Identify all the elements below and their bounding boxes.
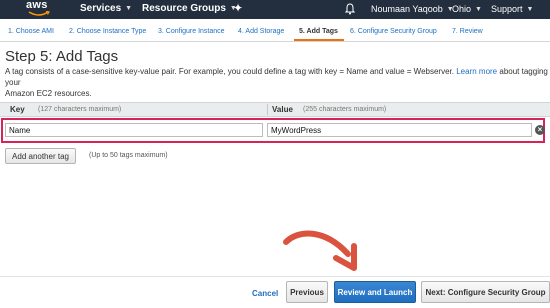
- wizard-tabs: 1. Choose AMI 2. Choose Instance Type 3.…: [0, 24, 550, 42]
- logo-text: aws: [26, 0, 48, 11]
- page-description: A tag consists of a case-sensitive key-v…: [5, 66, 550, 99]
- user-name: Noumaan Yaqoob: [371, 4, 443, 14]
- bell-icon[interactable]: [345, 3, 355, 15]
- resource-groups-label: Resource Groups: [142, 3, 226, 14]
- previous-button[interactable]: Previous: [286, 281, 328, 303]
- chevron-down-icon: ▼: [475, 5, 482, 13]
- footer-divider: [0, 276, 550, 277]
- support-menu[interactable]: Support ▼: [491, 4, 533, 14]
- tag-value-input[interactable]: [267, 123, 532, 137]
- key-column-note: (127 characters maximum): [38, 106, 122, 113]
- tab-choose-ami[interactable]: 1. Choose AMI: [8, 28, 54, 35]
- top-nav: aws Services ▼ Resource Groups ▼ ✦ Nouma…: [0, 0, 550, 19]
- tag-key-input[interactable]: [5, 123, 263, 137]
- add-another-tag-button[interactable]: Add another tag: [5, 148, 76, 164]
- active-tab-indicator: [294, 39, 344, 41]
- support-label: Support: [491, 4, 523, 14]
- services-label: Services: [80, 3, 122, 14]
- remove-tag-icon[interactable]: ×: [535, 125, 545, 135]
- region-menu[interactable]: Ohio ▼: [452, 4, 482, 14]
- tags-table-header: Key (127 characters maximum) Value (255 …: [0, 102, 550, 117]
- tags-limit-note: (Up to 50 tags maximum): [89, 152, 168, 159]
- description-text-end: Amazon EC2 resources.: [5, 89, 92, 98]
- annotation-arrow-icon: [283, 230, 357, 271]
- aws-logo[interactable]: aws: [26, 0, 52, 19]
- smile-icon: [28, 11, 50, 16]
- review-and-launch-button[interactable]: Review and Launch: [334, 281, 416, 303]
- description-text: A tag consists of a case-sensitive key-v…: [5, 67, 454, 76]
- value-column-header: Value: [272, 105, 293, 114]
- chevron-down-icon: ▼: [125, 5, 133, 12]
- chevron-down-icon: ▼: [526, 5, 534, 13]
- tab-choose-instance-type[interactable]: 2. Choose Instance Type: [69, 28, 146, 35]
- tab-review[interactable]: 7. Review: [452, 28, 483, 35]
- learn-more-link[interactable]: Learn more: [456, 67, 497, 76]
- column-divider: [267, 104, 268, 115]
- services-menu[interactable]: Services ▼: [80, 3, 132, 14]
- region-label: Ohio: [452, 4, 472, 14]
- next-configure-security-group-button[interactable]: Next: Configure Security Group: [421, 281, 550, 303]
- tab-configure-instance[interactable]: 3. Configure Instance: [158, 28, 225, 35]
- page-title: Step 5: Add Tags: [5, 48, 119, 65]
- resource-groups-menu[interactable]: Resource Groups ▼: [142, 3, 237, 14]
- cancel-link[interactable]: Cancel: [252, 289, 278, 298]
- key-column-header: Key: [10, 105, 25, 114]
- tab-add-tags[interactable]: 5. Add Tags: [299, 28, 338, 35]
- value-column-note: (255 characters maximum): [303, 106, 387, 113]
- tab-add-storage[interactable]: 4. Add Storage: [238, 28, 284, 35]
- pin-icon[interactable]: ✦: [233, 1, 243, 15]
- user-menu[interactable]: Noumaan Yaqoob ▼: [371, 4, 454, 14]
- tab-configure-security-group[interactable]: 6. Configure Security Group: [350, 28, 437, 35]
